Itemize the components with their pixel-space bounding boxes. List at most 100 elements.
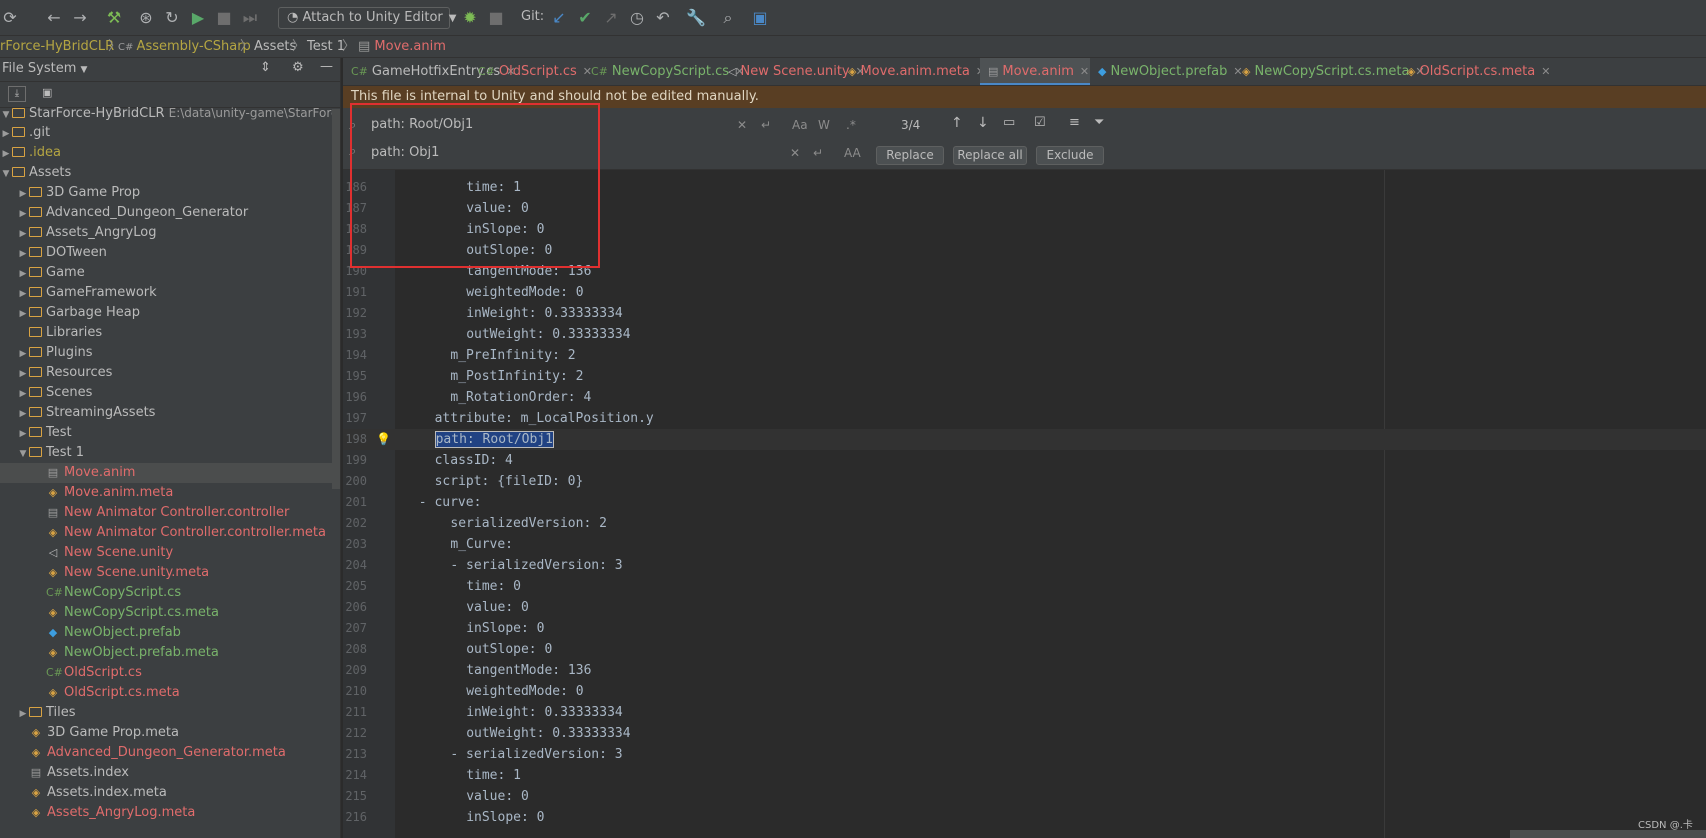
clear-search-icon[interactable]: ✕ [737,118,747,132]
tree-folder[interactable]: ▶ 3D Game Prop [0,183,340,203]
tree-file[interactable]: ◁ New Scene.unity [0,543,340,563]
chevron-right-icon[interactable]: ▶ [17,244,29,264]
preview-icon[interactable]: ▣ [42,86,52,99]
back-icon[interactable]: ← [44,8,64,28]
chevron-right-icon[interactable]: ▶ [17,304,29,324]
tree-file[interactable]: ◈ NewCopyScript.cs.meta [0,603,340,623]
breadcrumb-assembly[interactable]: C# Assembly-CSharp [118,36,251,58]
git-update-icon[interactable]: ↙ [549,8,569,28]
tree-file[interactable]: ◈ 3D Game Prop.meta [0,723,340,743]
tree-file[interactable]: ◈ OldScript.cs.meta [0,683,340,703]
multiline-icon[interactable]: ≡ [1069,115,1080,130]
git-push-icon[interactable]: ↗ [601,8,621,28]
stop-debug-icon[interactable]: ■ [486,8,506,28]
next-match-icon[interactable]: ↓ [977,115,989,131]
tree-folder[interactable]: ▶ Garbage Heap [0,303,340,323]
previous-match-icon[interactable]: ↑ [951,115,963,131]
in-selection-icon[interactable]: ☑ [1034,115,1046,130]
chevron-right-icon[interactable]: ▶ [17,344,29,364]
step-icon[interactable]: ⏭ [240,8,260,28]
chevron-down-icon[interactable]: ▼ [0,164,12,184]
chevron-right-icon[interactable]: ▶ [17,264,29,284]
chevron-right-icon[interactable]: ▶ [17,284,29,304]
chevron-down-icon[interactable]: ▼ [17,444,29,464]
tree-file[interactable]: ◈ New Animator Controller.controller.meta [0,523,340,543]
bulb-icon[interactable]: 💡 [376,429,391,450]
tree-file[interactable]: ◆ NewObject.prefab [0,623,340,643]
select-opened-file-icon[interactable]: ⤓ [8,86,26,102]
tree-folder[interactable]: ▶ Resources [0,363,340,383]
chevron-right-icon[interactable]: ▶ [17,424,29,444]
select-all-occurrences-icon[interactable]: ▭ [1003,115,1015,130]
refresh-icon[interactable]: ↻ [162,8,182,28]
preserve-case-toggle[interactable]: AA [844,146,861,160]
editor-tab[interactable]: ▤ Move.anim ✕ [980,58,1090,85]
history-icon[interactable]: ◷ [627,8,647,28]
editor-tab[interactable]: ◈ OldScript.cs.meta ✕ [1399,58,1550,85]
new-line-icon[interactable]: ↵ [813,146,823,160]
tree-folder[interactable]: ▶ .git [0,123,340,143]
tree-folder[interactable]: ▶ Scenes [0,383,340,403]
sidebar-scrollbar[interactable] [332,109,340,489]
tree-folder[interactable]: ▼ Assets [0,163,340,183]
git-commit-icon[interactable]: ✔ [575,8,595,28]
editor-tab[interactable]: ◁ New Scene.unity ✕ [720,58,865,85]
code-editor[interactable]: 185- serializedVersion: 3186time: 1187va… [343,170,1706,838]
chevron-right-icon[interactable]: ▶ [17,224,29,244]
tree-file[interactable]: ▤ Assets.index [0,763,340,783]
tree-folder[interactable]: ▶ Advanced_Dungeon_Generator [0,203,340,223]
replace-button[interactable]: Replace [876,146,944,165]
chevron-right-icon[interactable]: ▶ [17,184,29,204]
horizontal-scrollbar[interactable] [1510,830,1706,838]
bug-icon[interactable]: ✹ [460,8,480,28]
match-case-toggle[interactable]: Aa [792,118,808,132]
filter-icon[interactable]: ⏷ [1094,115,1104,130]
settings-icon[interactable]: 🔧 [686,8,706,28]
close-icon[interactable]: ✕ [1080,65,1089,78]
breadcrumb-assets[interactable]: Assets [254,36,296,57]
editor-tab[interactable]: ◈ NewCopyScript.cs.meta ✕ [1234,58,1425,85]
new-line-icon[interactable]: ↵ [761,118,771,132]
stop-icon[interactable]: ■ [214,8,234,28]
tree-file[interactable]: ◈ NewObject.prefab.meta [0,643,340,663]
chevron-right-icon[interactable]: ▶ [0,144,12,164]
tree-file[interactable]: ◈ Move.anim.meta [0,483,340,503]
tree-file[interactable]: ◈ Assets_AngryLog.meta [0,803,340,823]
sync-icon[interactable]: ⟳ [0,8,20,28]
tree-folder[interactable]: ▶ DOTween [0,243,340,263]
gear-icon[interactable]: ⚙ [292,60,304,75]
tree-root[interactable]: ▼ StarForce-HyBridCLR E:\data\unity-game\… [0,103,340,123]
minimize-icon[interactable]: — [320,59,333,74]
run-configuration-select[interactable]: ◔ Attach to Unity Editor ▼ [278,7,456,29]
chevron-right-icon[interactable]: ▶ [17,384,29,404]
tree-folder[interactable]: ▶ Plugins [0,343,340,363]
revert-icon[interactable]: ↶ [653,8,673,28]
tree-file[interactable]: ◈ Advanced_Dungeon_Generator.meta [0,743,340,763]
regex-toggle[interactable]: .* [846,118,856,132]
chevron-right-icon[interactable]: ▶ [17,364,29,384]
tree-file[interactable]: ◈ New Scene.unity.meta [0,563,340,583]
editor-tab[interactable]: C# NewCopyScript.cs ✕ [583,58,744,85]
translate-icon[interactable]: ▣ [750,8,770,28]
chevron-right-icon[interactable]: ▶ [0,124,12,144]
tree-folder[interactable]: ▶ StreamingAssets [0,403,340,423]
editor-tab[interactable]: C# GameHotfixEntry.cs ✕ [343,58,515,85]
collapse-all-icon[interactable]: ⇕ [260,60,271,75]
tree-folder[interactable]: ▶ Assets_AngryLog [0,223,340,243]
editor-tab[interactable]: ◈Move.anim.meta✕ [840,58,985,85]
tree-folder[interactable]: ▶ .idea [0,143,340,163]
breadcrumb-file[interactable]: ▤ Move.anim [358,36,446,57]
tree-file[interactable]: ▤ New Animator Controller.controller [0,503,340,523]
close-icon[interactable]: ✕ [1541,65,1550,78]
tree-file[interactable]: C#NewCopyScript.cs [0,583,340,603]
chevron-right-icon[interactable]: ▶ [17,204,29,224]
clear-replace-icon[interactable]: ✕ [790,146,800,160]
whole-word-toggle[interactable]: W [818,118,830,132]
tree-file[interactable]: C#OldScript.cs [0,663,340,683]
chevron-right-icon[interactable]: ▶ [17,704,29,724]
editor-tab[interactable]: C# OldScript.cs ✕ [470,58,592,85]
search-icon[interactable]: ⌕ [718,8,738,28]
tree-folder[interactable]: ▶ Tiles [0,703,340,723]
chevron-right-icon[interactable]: ▶ [17,404,29,424]
debug-attach-icon[interactable]: ⊛ [136,8,156,28]
